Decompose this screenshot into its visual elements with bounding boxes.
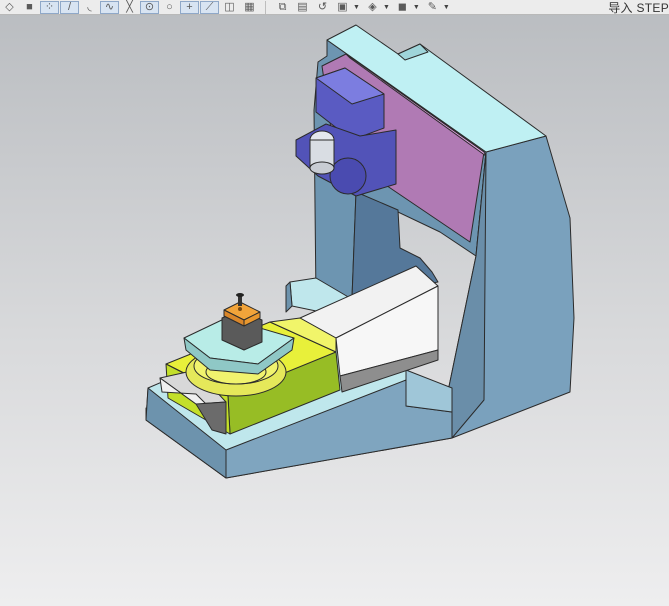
workpiece-stud-cap <box>236 293 244 297</box>
3d-viewport[interactable] <box>0 15 669 606</box>
main-toolbar: ◇ ■ ⁘ / ◟ ∿ ╳ ⊙ ○ + ⟋ ◫ ▦ ⧉ ▤ ↺ ▣ ▼ ◈ ▼ ◼ ▼ ✎ ▼ 导入 STEP <box>0 0 669 15</box>
circle-point-icon[interactable]: ○ <box>160 1 179 14</box>
notes-icon[interactable]: ▤ <box>293 1 312 14</box>
base-step-face <box>405 369 453 413</box>
chevron-down-icon[interactable]: ▼ <box>353 4 360 11</box>
toolbar-separator <box>265 0 266 14</box>
chevron-down-icon[interactable]: ▼ <box>413 4 420 11</box>
layers-icon[interactable]: ◈ <box>363 1 382 14</box>
line-icon[interactable]: / <box>60 0 79 14</box>
spline-icon[interactable]: ∿ <box>100 0 119 14</box>
eraser-icon[interactable]: ◫ <box>220 1 239 14</box>
machine-model-canvas[interactable] <box>0 15 669 606</box>
solid-icon[interactable]: ◼ <box>393 1 412 14</box>
toolbar-group-view: ⧉ ▤ ↺ ▣ ▼ ◈ ▼ ◼ ▼ ✎ ▼ <box>273 1 453 14</box>
toolbar-group-sketch: ◇ ■ ⁘ / ◟ ∿ ╳ ⊙ ○ + ⟋ ◫ ▦ <box>0 0 260 14</box>
view-cube-icon[interactable]: ◇ <box>0 1 19 14</box>
spindle-arm-round <box>329 157 367 195</box>
arc-icon[interactable]: ◟ <box>80 1 99 14</box>
snap-points-icon[interactable]: ⁘ <box>40 0 59 14</box>
center-point-icon[interactable]: ⊙ <box>140 0 159 14</box>
edit-curve-icon[interactable]: ⟋ <box>200 0 219 14</box>
spindle-sleeve-bottom <box>309 161 335 175</box>
axis-icon[interactable]: ╳ <box>120 1 139 14</box>
paint-icon[interactable]: ✎ <box>423 1 442 14</box>
chevron-down-icon[interactable]: ▼ <box>443 4 450 11</box>
cad-application-window: ◇ ■ ⁘ / ◟ ∿ ╳ ⊙ ○ + ⟋ ◫ ▦ ⧉ ▤ ↺ ▣ ▼ ◈ ▼ ◼ ▼ ✎ ▼ 导入 STEP <box>0 0 669 606</box>
workpiece[interactable] <box>221 293 263 351</box>
workpiece-hole <box>238 307 242 311</box>
import-step-button[interactable]: 导入 STEP <box>608 0 669 14</box>
table-icon[interactable]: ▣ <box>333 1 352 14</box>
chevron-down-icon[interactable]: ▼ <box>383 4 390 11</box>
measure-icon[interactable]: ⧉ <box>273 1 292 14</box>
shaded-cube-icon[interactable]: ■ <box>20 1 39 14</box>
grid-icon[interactable]: ▦ <box>240 1 259 14</box>
cross-point-icon[interactable]: + <box>180 0 199 14</box>
undo-rotate-icon[interactable]: ↺ <box>313 1 332 14</box>
